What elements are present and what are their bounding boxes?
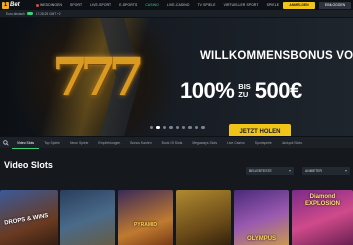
nav-item-weddingen[interactable]: WEDDINGEN <box>32 3 66 7</box>
chevron-down-icon: ▾ <box>288 168 291 173</box>
bonus-connector-bottom: ZU <box>238 90 249 99</box>
main-menu: WEDDINGEN SPORT LIVE-SPORT E-SPORTS CASI… <box>32 3 315 7</box>
bonus-percent: 100% <box>180 78 235 103</box>
search-icon <box>3 139 9 146</box>
game-title: PYRAMID <box>133 222 158 228</box>
nav-item-live-casino[interactable]: LIVE-CASINO <box>163 3 194 7</box>
nav-item-spiele[interactable]: SPIELE <box>263 3 283 7</box>
carousel-dot[interactable] <box>188 126 192 130</box>
lucky-sevens-graphic: 777 <box>52 47 145 108</box>
hero-banner[interactable]: 777 WILLKOMMENSBONUS VON 100% BIS ZU 500… <box>0 18 353 136</box>
game-title: DROPS & WINS <box>3 212 49 227</box>
bonus-connector: BIS ZU <box>238 83 251 99</box>
tab-jackpot-slots[interactable]: Jackpot Slots <box>277 137 307 149</box>
clock-text: 17:28:29 GMT +2 <box>35 11 61 16</box>
nav-item-tv-spiele[interactable]: TV SPIELE <box>194 3 220 7</box>
currency-label: Euro deutsch <box>6 11 25 16</box>
carousel-dot[interactable] <box>150 126 154 130</box>
nav-item-sport[interactable]: SPORT <box>66 3 86 7</box>
tab-live-casino[interactable]: Live Casino <box>222 137 250 149</box>
tab-video-slots[interactable]: Video Slots <box>12 137 40 149</box>
section-title: Video Slots <box>4 160 53 170</box>
hero-title: WILLKOMMENSBONUS VON <box>200 50 353 62</box>
game-title: Diamond EXPLOSION <box>304 194 340 207</box>
carousel-dot-active[interactable] <box>156 126 160 130</box>
tab-top-spiele[interactable]: Top Spiele <box>39 137 65 149</box>
sub-bar: Euro deutsch 17:28:29 GMT +2 <box>0 10 353 18</box>
carousel-dot[interactable] <box>201 126 205 130</box>
register-button[interactable]: ANMELDEN <box>283 1 315 9</box>
game-tile[interactable] <box>60 190 115 245</box>
game-tile[interactable] <box>176 190 231 245</box>
carousel-dot[interactable] <box>175 126 179 130</box>
tab-book-of-slots[interactable]: Book Of Slots <box>157 137 188 149</box>
game-tile-drops-wins[interactable]: DROPS & WINS <box>0 190 58 245</box>
provider-select[interactable]: ANBIETER ▾ <box>302 167 350 175</box>
nav-item-casino[interactable]: CASINO <box>141 3 163 7</box>
tab-sportspiele[interactable]: Sportspiele <box>250 137 277 149</box>
tab-neue-spiele[interactable]: Neue Spiele <box>65 137 93 149</box>
carousel-dot[interactable] <box>169 126 173 130</box>
brand-logo[interactable]: 1 Bet <box>0 0 26 10</box>
game-tile-pyramid[interactable]: PYRAMID <box>118 190 173 245</box>
tab-empfehlungen[interactable]: Empfehlungen <box>93 137 125 149</box>
sort-select-value: BELIEBTESTE <box>249 169 272 173</box>
top-navigation: 1 Bet WEDDINGEN SPORT LIVE-SPORT E-SPORT… <box>0 0 353 10</box>
logo-mark: 1 <box>2 1 9 9</box>
carousel-dot[interactable] <box>162 126 167 130</box>
carousel-dots <box>150 126 205 130</box>
bonus-max: 500€ <box>254 78 302 103</box>
carousel-dot[interactable] <box>181 126 186 130</box>
chevron-down-icon: ▾ <box>344 168 347 173</box>
currency-toggle[interactable]: Euro deutsch <box>0 12 33 16</box>
nav-label: WEDDINGEN <box>40 3 62 7</box>
nav-item-live-sport[interactable]: LIVE-SPORT <box>86 3 115 7</box>
provider-select-value: ANBIETER <box>305 169 322 173</box>
bonus-amount: 100% BIS ZU 500€ <box>180 78 302 104</box>
live-dot-icon <box>36 3 39 7</box>
game-tile-olympus[interactable]: OLYMPUS <box>234 190 289 245</box>
nav-item-virtueller-sport[interactable]: VIRTUELLER SPORT <box>220 3 263 7</box>
category-tabs: Video Slots Top Spiele Neue Spiele Empfe… <box>0 136 353 149</box>
game-title: OLYMPUS <box>246 236 277 242</box>
tab-bonus-kaufen[interactable]: Bonus Kaufen <box>125 137 156 149</box>
search-button[interactable] <box>0 137 12 149</box>
carousel-dot[interactable] <box>194 126 199 130</box>
tab-megaways-slots[interactable]: Megaways Slots <box>187 137 222 149</box>
login-button[interactable]: EINLOGGEN <box>319 1 351 9</box>
logo-word: Bet <box>10 2 20 8</box>
claim-bonus-button[interactable]: JETZT HOLEN <box>229 124 291 136</box>
game-tile-diamond-explosion[interactable]: Diamond EXPLOSION <box>292 190 353 245</box>
nav-item-esports[interactable]: E-SPORTS <box>115 3 141 7</box>
sort-select[interactable]: BELIEBTESTE ▾ <box>246 167 294 175</box>
casino-page: 1 Bet WEDDINGEN SPORT LIVE-SPORT E-SPORT… <box>0 0 353 245</box>
